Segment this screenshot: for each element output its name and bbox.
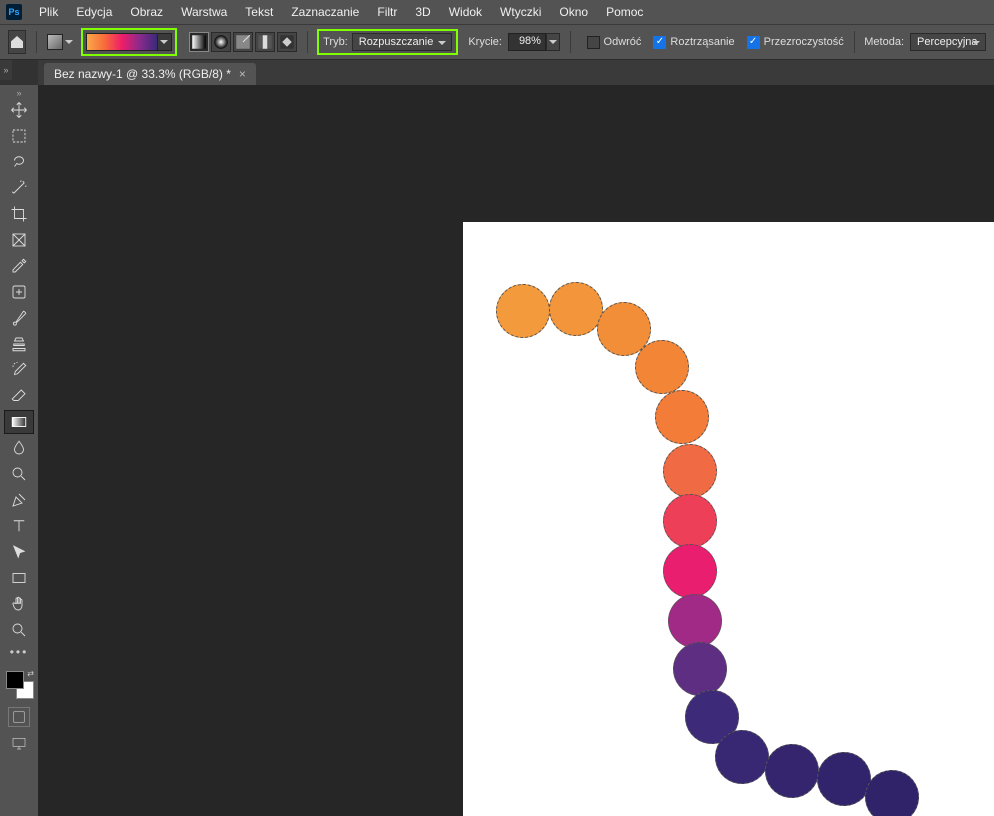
painted-circle [765, 744, 819, 798]
painted-circle [668, 594, 722, 648]
options-bar: Tryb: Rozpuszczanie Krycie: 98% Odwróć R… [0, 24, 994, 60]
tool-preset-icon[interactable] [47, 34, 63, 50]
painted-circle [635, 340, 689, 394]
painted-circle [663, 494, 717, 548]
lasso-tool[interactable] [4, 150, 34, 174]
gradient-type-radial[interactable] [211, 32, 231, 52]
rectangle-tool[interactable] [4, 566, 34, 590]
menu-help[interactable]: Pomoc [597, 2, 652, 22]
app-logo: Ps [6, 4, 22, 20]
gradient-dropdown[interactable] [158, 33, 172, 51]
gradient-type-reflected[interactable] [255, 32, 275, 52]
blend-mode-select[interactable]: Rozpuszczanie [352, 33, 453, 51]
painted-circle [817, 752, 871, 806]
clone-stamp-tool[interactable] [4, 332, 34, 356]
dodge-tool[interactable] [4, 462, 34, 486]
foreground-color-swatch[interactable] [6, 671, 24, 689]
eraser-tool[interactable] [4, 384, 34, 408]
menu-file[interactable]: Plik [30, 2, 67, 22]
document-canvas[interactable] [463, 222, 994, 816]
swap-colors-icon[interactable]: ⇄ [27, 669, 34, 678]
document-tab-title: Bez nazwy-1 @ 33.3% (RGB/8) * [54, 67, 231, 81]
blur-tool[interactable] [4, 436, 34, 460]
reverse-checkbox[interactable]: Odwróć [587, 36, 642, 49]
pen-tool[interactable] [4, 488, 34, 512]
painted-circle [549, 282, 603, 336]
transparency-label: Przezroczystość [764, 36, 844, 48]
method-label: Metoda: [864, 36, 904, 48]
document-tabs: Bez nazwy-1 @ 33.3% (RGB/8) * × [38, 60, 994, 85]
color-swatches[interactable]: ⇄ [4, 669, 34, 699]
checkbox-icon [587, 36, 600, 49]
marquee-tool[interactable] [4, 124, 34, 148]
screen-mode-button[interactable] [8, 733, 30, 753]
type-tool[interactable] [4, 514, 34, 538]
home-button[interactable] [8, 30, 26, 54]
menu-view[interactable]: Widok [440, 2, 491, 22]
crop-tool[interactable] [4, 202, 34, 226]
menu-plugins[interactable]: Wtyczki [491, 2, 550, 22]
canvas-area[interactable] [38, 85, 994, 816]
magic-wand-tool[interactable] [4, 176, 34, 200]
method-select[interactable]: Percepcyjna [910, 33, 986, 51]
painted-circle [715, 730, 769, 784]
menu-select[interactable]: Zaznaczanie [282, 2, 368, 22]
gradient-type-angle[interactable] [233, 32, 253, 52]
dither-checkbox[interactable]: Roztrząsanie [653, 36, 734, 49]
close-icon[interactable]: × [239, 67, 246, 81]
menu-3d[interactable]: 3D [406, 2, 439, 22]
gradient-tool[interactable] [4, 410, 34, 434]
hand-tool[interactable] [4, 592, 34, 616]
gradient-type-diamond[interactable] [277, 32, 297, 52]
transparency-checkbox[interactable]: Przezroczystość [747, 36, 844, 49]
menu-layer[interactable]: Warstwa [172, 2, 236, 22]
separator [854, 31, 855, 53]
menu-image[interactable]: Obraz [121, 2, 172, 22]
quick-mask-button[interactable] [8, 707, 30, 727]
menu-bar: Ps Plik Edycja Obraz Warstwa Tekst Zazna… [0, 0, 994, 24]
menu-text[interactable]: Tekst [236, 2, 282, 22]
frame-tool[interactable] [4, 228, 34, 252]
painted-circle [655, 390, 709, 444]
brush-tool[interactable] [4, 306, 34, 330]
eyedropper-tool[interactable] [4, 254, 34, 278]
blend-mode-highlight: Tryb: Rozpuszczanie [317, 29, 458, 55]
menu-filter[interactable]: Filtr [368, 2, 406, 22]
opacity-dropdown[interactable] [546, 33, 560, 51]
toolbar-expand-icon[interactable]: » [0, 89, 38, 97]
dither-label: Roztrząsanie [670, 36, 734, 48]
healing-brush-tool[interactable] [4, 280, 34, 304]
move-tool[interactable] [4, 98, 34, 122]
menu-edit[interactable]: Edycja [67, 2, 121, 22]
tool-bar: » ••• ⇄ [0, 85, 38, 816]
history-brush-tool[interactable] [4, 358, 34, 382]
edit-toolbar-icon[interactable]: ••• [4, 645, 34, 659]
zoom-tool[interactable] [4, 618, 34, 642]
painted-circle [496, 284, 550, 338]
separator [36, 31, 37, 53]
tool-preset-dropdown[interactable] [63, 36, 75, 48]
reverse-label: Odwróć [604, 36, 642, 48]
checkbox-icon [747, 36, 760, 49]
gradient-preview[interactable] [86, 33, 158, 51]
painted-circle [673, 642, 727, 696]
painted-circle [663, 544, 717, 598]
menu-window[interactable]: Okno [550, 2, 597, 22]
separator [570, 31, 571, 53]
opacity-input[interactable]: 98% [508, 33, 546, 51]
mode-label: Tryb: [323, 36, 348, 48]
gradient-picker-highlight [81, 28, 177, 56]
separator [307, 31, 308, 53]
painted-circle [663, 444, 717, 498]
gradient-type-linear[interactable] [189, 32, 209, 52]
checkbox-icon [653, 36, 666, 49]
document-tab[interactable]: Bez nazwy-1 @ 33.3% (RGB/8) * × [44, 63, 256, 85]
path-selection-tool[interactable] [4, 540, 34, 564]
painted-circle [865, 770, 919, 816]
opacity-label: Krycie: [468, 36, 502, 48]
panel-expand-icon[interactable]: » [0, 60, 12, 80]
